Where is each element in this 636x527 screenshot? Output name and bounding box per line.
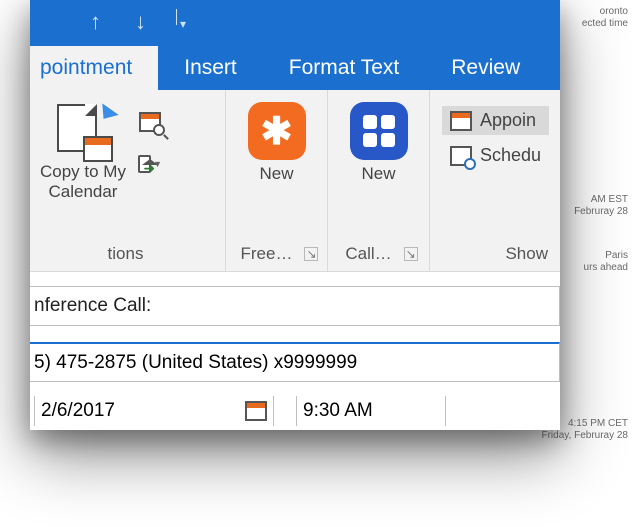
location-field-row[interactable] xyxy=(30,342,560,382)
tab-appointment[interactable]: pointment xyxy=(30,46,158,90)
group-label: tions xyxy=(108,244,144,264)
qat-customize-dropdown-icon[interactable]: ▾ xyxy=(180,17,186,31)
start-time-field[interactable]: 9:30 AM xyxy=(296,396,446,426)
tab-label: pointment xyxy=(40,56,132,79)
tab-format-text[interactable]: Format Text xyxy=(263,46,425,90)
tab-label: Review xyxy=(451,56,520,79)
scheduling-icon xyxy=(450,146,472,166)
free-new-button[interactable]: ✱ New xyxy=(240,98,314,188)
ribbon-tabs: pointment Insert Format Text Review xyxy=(30,44,560,90)
button-label: Appoin xyxy=(480,110,536,131)
button-label: New xyxy=(361,164,395,184)
dialog-launcher-icon[interactable]: ↘ xyxy=(304,247,318,261)
calendar-icon xyxy=(450,111,472,131)
world-clock-snippet-paris: Paris urs ahead xyxy=(584,250,628,274)
subject-text: nference Call: xyxy=(34,295,151,317)
group-label: Show xyxy=(505,244,548,264)
start-date-field[interactable]: 2/6/2017 xyxy=(34,396,274,426)
forward-button[interactable]: ➜ ▼ xyxy=(138,152,162,176)
copy-to-calendar-icon xyxy=(55,102,111,158)
calendar-magnify-icon xyxy=(139,112,161,132)
date-picker-icon[interactable] xyxy=(245,401,267,421)
start-time-row: 2/6/2017 9:30 AM xyxy=(30,396,560,426)
ribbon-group-free: ✱ New Free… ↘ xyxy=(226,90,328,271)
forward-icon: ➜ xyxy=(138,155,151,173)
subject-field-row: nference Call: xyxy=(30,286,560,326)
copy-to-my-calendar-button[interactable]: Copy to My Calendar xyxy=(32,98,134,207)
tab-review[interactable]: Review xyxy=(425,46,546,90)
world-clock-snippet-toronto: oronto ected time xyxy=(582,6,628,30)
qat-undo-up-icon[interactable]: ↑ xyxy=(90,11,101,33)
grid-app-icon xyxy=(350,102,408,160)
qat-redo-down-icon[interactable]: ↓ xyxy=(135,11,146,33)
world-clock-snippet-cet: 4:15 PM CET Friday, Februray 28 xyxy=(541,418,628,442)
asterisk-app-icon: ✱ xyxy=(248,102,306,160)
title-bar: ↑ ↓ ▾ xyxy=(30,0,560,44)
call-new-button[interactable]: New xyxy=(342,98,416,188)
button-label: Copy to My Calendar xyxy=(40,162,126,203)
button-label: New xyxy=(259,164,293,184)
group-label: Free… xyxy=(241,244,293,264)
tab-label: Format Text xyxy=(289,56,399,79)
location-input[interactable] xyxy=(34,352,559,374)
calendar-view-button[interactable] xyxy=(138,110,162,134)
start-date-value: 2/6/2017 xyxy=(41,400,115,422)
appointment-form: nference Call: 2/6/2017 9:30 AM xyxy=(30,286,560,426)
outlook-appointment-window: ↑ ↓ ▾ pointment Insert Format Text Revie… xyxy=(30,0,560,430)
world-clock-snippet-est: AM EST Februray 28 xyxy=(574,194,628,218)
tab-label: Insert xyxy=(184,56,237,79)
show-scheduling-button[interactable]: Schedu xyxy=(442,141,549,170)
ribbon: Copy to My Calendar ➜ ▼ xyxy=(30,90,560,272)
ribbon-group-call: New Call… ↘ xyxy=(328,90,430,271)
tab-insert[interactable]: Insert xyxy=(158,46,263,90)
button-label: Schedu xyxy=(480,145,541,166)
ribbon-group-show: Appoin Schedu Show xyxy=(430,90,560,271)
show-appointment-button[interactable]: Appoin xyxy=(442,106,549,135)
start-time-value: 9:30 AM xyxy=(303,400,373,422)
group-label: Call… xyxy=(345,244,391,264)
ribbon-group-actions: Copy to My Calendar ➜ ▼ xyxy=(30,90,226,271)
dialog-launcher-icon[interactable]: ↘ xyxy=(404,247,418,261)
